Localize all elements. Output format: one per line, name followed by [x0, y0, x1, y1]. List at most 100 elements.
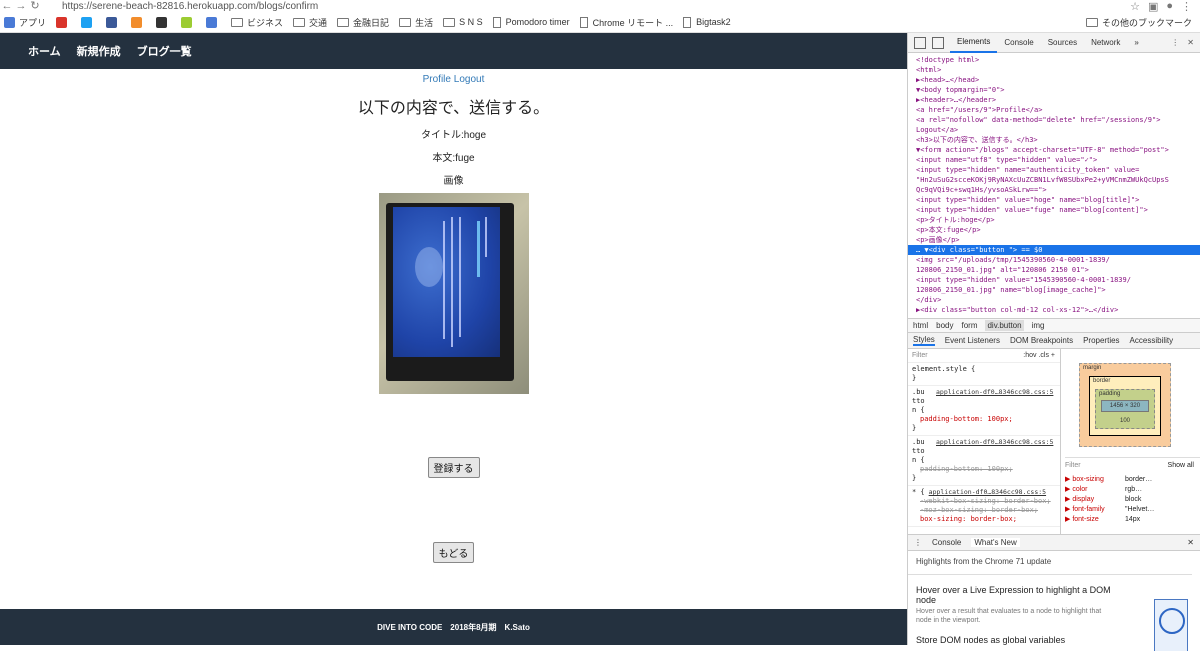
bookmark-item[interactable] [181, 16, 196, 28]
dom-node[interactable]: <p>タイトル:hoge</p> [908, 215, 1200, 225]
bookmark-item[interactable]: 交通 [293, 16, 327, 29]
style-property[interactable]: padding-bottom: 100px; [912, 465, 1056, 474]
drawer-menu-icon[interactable]: ⋮ [914, 538, 922, 547]
dom-node[interactable]: … ▼<div class="button "> == $0 [908, 245, 1200, 255]
breadcrumb-item[interactable]: body [936, 321, 953, 330]
menu-icon[interactable]: ⋮ [1181, 0, 1192, 13]
other-bookmarks[interactable]: その他のブックマーク [1085, 16, 1192, 29]
bookmark-item[interactable]: ビジネス [231, 16, 283, 29]
subtab-event-listeners[interactable]: Event Listeners [945, 336, 1000, 345]
nav-home-link[interactable]: ホーム [28, 43, 61, 59]
bookmark-item[interactable] [56, 16, 71, 28]
dom-node[interactable]: <p>画像</p> [908, 235, 1200, 245]
dom-node[interactable]: ▼<form action="/blogs" accept-charset="U… [908, 145, 1200, 155]
device-toolbar-icon[interactable] [932, 36, 944, 49]
reload-icon[interactable]: ↻ [28, 0, 42, 12]
dom-node[interactable]: <a href="/users/9">Profile</a> [908, 105, 1200, 115]
computed-row[interactable]: ▶ font-family "Helvet… [1065, 505, 1200, 515]
nav-new-link[interactable]: 新規作成 [77, 43, 121, 59]
dom-node[interactable]: <img src="/uploads/tmp/1545390560-4-0001… [908, 255, 1200, 265]
close-icon[interactable]: ✕ [1187, 38, 1194, 47]
drawer-tab-whats-new[interactable]: What's New [971, 538, 1020, 547]
dom-node[interactable]: "Hn2uSuG2scceKOKj9RyNAXcUuZCBN1LvfW8SUbx… [908, 175, 1200, 185]
rule-source-link[interactable]: application-df0…8346cc98.css:5 [936, 438, 1053, 465]
dom-node[interactable]: <input type="hidden" value="1545390560-4… [908, 275, 1200, 285]
devtools-menu-icon[interactable]: ⋮ [1171, 38, 1179, 47]
bookmark-item[interactable]: 生活 [399, 16, 433, 29]
breadcrumb-item[interactable]: html [913, 321, 928, 330]
dom-node[interactable]: <input type="hidden" name="authenticity_… [908, 165, 1200, 175]
styles-filter-tools[interactable]: :hov .cls + [1023, 351, 1060, 360]
rule-source-link[interactable]: application-df0…8346cc98.css:5 [936, 388, 1053, 415]
style-property[interactable]: padding-bottom: 100px; [912, 415, 1056, 424]
dom-node[interactable]: <h3>以下の内容で、送信する。</h3> [908, 135, 1200, 145]
dom-node[interactable]: <input type="hidden" value="fuge" name="… [908, 205, 1200, 215]
tab-elements[interactable]: Elements [950, 33, 998, 53]
subtab-accessibility[interactable]: Accessibility [1130, 336, 1174, 345]
forward-arrow-icon[interactable]: → [14, 0, 28, 12]
dom-node[interactable]: ▶<head>…</head> [908, 75, 1200, 85]
tab-sources[interactable]: Sources [1041, 33, 1084, 53]
profile-avatar-icon[interactable]: ● [1166, 0, 1173, 13]
dom-node[interactable]: <a rel="nofollow" data-method="delete" h… [908, 115, 1200, 125]
computed-row[interactable]: ▶ color rgb… [1065, 485, 1200, 495]
dom-node[interactable]: 120806_2150_01.jpg" name="blog[image_cac… [908, 285, 1200, 295]
nav-blog-list-link[interactable]: ブログ一覧 [137, 43, 192, 59]
back-arrow-icon[interactable]: ← [0, 0, 14, 12]
logout-link[interactable]: Logout [454, 74, 485, 85]
show-all-checkbox[interactable]: Show all [1168, 461, 1200, 471]
dom-node[interactable]: ▶<header>…</header> [908, 95, 1200, 105]
bookmark-item[interactable]: Bigtask2 [683, 16, 731, 28]
subtab-styles[interactable]: Styles [913, 335, 935, 346]
dom-node[interactable]: <html> [908, 65, 1200, 75]
bookmark-item[interactable]: S N S [443, 17, 483, 27]
inspect-element-icon[interactable] [914, 36, 926, 49]
dom-node[interactable]: <input type="hidden" value="hoge" name="… [908, 195, 1200, 205]
dom-node[interactable]: 120806_2150_01.jpg" alt="120806 2150 01"… [908, 265, 1200, 275]
bookmark-item[interactable]: Chrome リモート ... [579, 16, 673, 29]
bookmark-item[interactable]: 金融日記 [337, 16, 389, 29]
style-property[interactable]: -webkit-box-sizing: border-box; [912, 497, 1056, 506]
dom-node[interactable]: <input name="utf8" type="hidden" value="… [908, 155, 1200, 165]
dom-node[interactable]: Qc9qVQi9c+swq1Hs/yvsoASkLrw=="> [908, 185, 1200, 195]
breadcrumb-item[interactable]: img [1032, 321, 1045, 330]
bookmark-item[interactable] [131, 16, 146, 28]
style-property[interactable]: box-sizing: border-box; [912, 515, 1056, 524]
dom-node[interactable]: ▼<body topmargin="0"> [908, 85, 1200, 95]
computed-row[interactable]: ▶ box-sizing border… [1065, 475, 1200, 485]
dom-node[interactable]: <p>本文:fuge</p> [908, 225, 1200, 235]
bookmark-item[interactable] [156, 16, 171, 28]
dom-node[interactable]: </div> [908, 295, 1200, 305]
bookmark-item[interactable] [106, 16, 121, 28]
computed-row[interactable]: ▶ display block [1065, 495, 1200, 505]
dom-node[interactable]: <!doctype html> [908, 55, 1200, 65]
computed-row[interactable]: ▶ font-size 14px [1065, 515, 1200, 525]
subtab-properties[interactable]: Properties [1083, 336, 1119, 345]
bookmark-item[interactable]: Pomodoro timer [492, 16, 570, 28]
breadcrumb-item[interactable]: div.button [985, 320, 1024, 331]
styles-filter-input[interactable]: Filter [912, 351, 928, 360]
bookmark-star-icon[interactable]: ☆ [1130, 0, 1140, 13]
profile-link[interactable]: Profile [423, 74, 451, 85]
subtab-dom-breakpoints[interactable]: DOM Breakpoints [1010, 336, 1073, 345]
tab-console[interactable]: Console [997, 33, 1040, 53]
whats-new-item-title[interactable]: Hover over a Live Expression to highligh… [916, 585, 1131, 605]
bookmark-item[interactable]: アプリ [4, 16, 46, 29]
more-tabs-icon[interactable]: » [1127, 33, 1145, 53]
bookmark-item[interactable] [81, 16, 96, 28]
extension-icon[interactable]: ▣ [1148, 0, 1158, 13]
drawer-tab-console[interactable]: Console [932, 538, 961, 547]
style-property[interactable]: -moz-box-sizing: border-box; [912, 506, 1056, 515]
breadcrumb-item[interactable]: form [961, 321, 977, 330]
bookmark-item[interactable] [206, 16, 221, 28]
back-button[interactable]: もどる [432, 542, 475, 563]
address-bar[interactable]: https://serene-beach-82816.herokuapp.com… [62, 1, 318, 12]
dom-node[interactable]: ▶<div class="button col-md-12 col-xs-12"… [908, 305, 1200, 315]
close-icon[interactable]: ✕ [1187, 538, 1200, 547]
tab-network[interactable]: Network [1084, 33, 1127, 53]
computed-filter[interactable]: Filter [1065, 461, 1168, 471]
register-button[interactable]: 登録する [427, 457, 480, 478]
whats-new-item-title[interactable]: Store DOM nodes as global variables [916, 635, 1131, 645]
dom-node[interactable]: Logout</a> [908, 125, 1200, 135]
styles-filter[interactable]: Filter :hov .cls + [908, 349, 1060, 363]
